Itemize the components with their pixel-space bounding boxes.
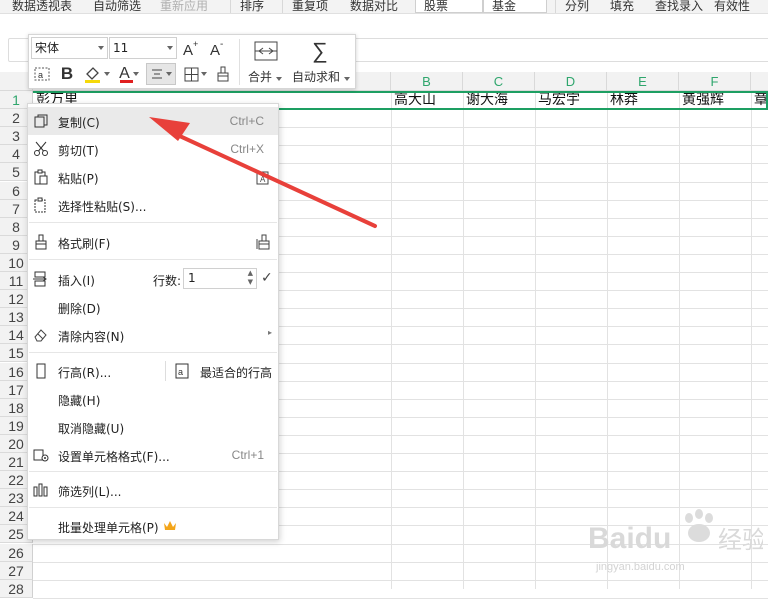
font-color-button[interactable]: A — [114, 63, 144, 85]
submenu-arrow-icon: ▸ — [267, 328, 272, 337]
watermark-cn: 经验 — [718, 526, 763, 554]
filter-columns-icon — [33, 482, 49, 498]
svg-text:-: - — [220, 39, 223, 50]
svg-text:A: A — [260, 175, 266, 184]
svg-text:a: a — [178, 367, 183, 377]
font-name-dropdown[interactable]: 宋体 — [31, 37, 108, 59]
menu-unhide[interactable]: 取消隐藏(U) — [28, 413, 278, 441]
menu-clear-contents[interactable]: 清除内容(N) ▸ — [28, 321, 278, 349]
context-menu: 复制(C) Ctrl+C 剪切(T) Ctrl+X 粘贴(P) A 选择性粘贴(… — [27, 103, 279, 540]
confirm-check-icon[interactable]: ✓ — [261, 270, 273, 286]
decrease-font-icon[interactable]: A- — [207, 37, 229, 59]
merge-label[interactable]: 合并 — [248, 68, 282, 85]
svg-text:A: A — [210, 42, 220, 57]
stocks-button[interactable]: 股票 — [415, 0, 483, 13]
format-painter-icon[interactable] — [212, 63, 234, 85]
ribbon-toolbar: 数据透视表 自动筛选 重新应用 排序 重复项 数据对比 股票 基金 分列 填充 … — [0, 0, 768, 14]
borders-button[interactable] — [180, 63, 210, 85]
menu-format-cells[interactable]: 设置单元格格式(F)... Ctrl+1 — [28, 441, 278, 469]
menu-batch-process[interactable]: 批量处理单元格(P) — [28, 512, 278, 540]
menu-row-height[interactable]: 行高(R)... a 最适合的行高 — [28, 357, 278, 385]
fill-color-button[interactable] — [80, 63, 112, 85]
autosum-label[interactable]: 自动求和 — [292, 68, 350, 85]
format-cells-icon — [33, 447, 49, 463]
row-header-27[interactable]: 27 — [0, 561, 33, 580]
paste-icon — [33, 169, 49, 185]
brush-icon — [33, 234, 49, 250]
scissors-icon — [33, 141, 49, 157]
column-header-f[interactable]: F — [679, 72, 751, 91]
format-painter-sticky-icon[interactable] — [256, 234, 272, 253]
row-header-26[interactable]: 26 — [0, 543, 33, 562]
menu-insert[interactable]: 插入(I) 行数: 1 ▲ ▼ ✓ — [28, 265, 278, 293]
paste-options-icon[interactable]: A — [256, 169, 270, 188]
rows-count-input[interactable]: 1 ▲ ▼ — [183, 268, 257, 289]
bold-button[interactable]: B — [56, 63, 78, 85]
fund-button[interactable]: 基金 — [483, 0, 547, 13]
paste-special-icon — [33, 197, 49, 213]
menu-copy[interactable]: 复制(C) Ctrl+C — [28, 107, 278, 135]
svg-text:+: + — [193, 39, 198, 49]
increase-font-icon[interactable]: A + — [180, 37, 202, 59]
split-column-button[interactable]: 分列 — [565, 0, 589, 13]
validation-button[interactable]: 有效性 — [714, 0, 750, 13]
rows-count-label: 行数: — [153, 274, 182, 288]
row-height-icon — [33, 363, 49, 379]
best-fit-icon: a — [175, 363, 189, 382]
copy-icon — [33, 113, 49, 129]
baidu-jingyan-watermark: Baidu 经验 jingyan.baidu.com — [588, 509, 763, 573]
watermark-brand: Baidu — [588, 522, 671, 555]
font-size-dropdown[interactable]: 11 — [109, 37, 177, 59]
menu-cut[interactable]: 剪切(T) Ctrl+X — [28, 135, 278, 163]
data-compare-button[interactable]: 数据对比 — [350, 0, 398, 13]
svg-text:a: a — [38, 70, 43, 80]
eraser-icon — [33, 327, 49, 343]
auto-filter-button[interactable]: 自动筛选 — [93, 0, 141, 13]
align-center-button[interactable] — [146, 63, 176, 85]
menu-delete[interactable]: 删除(D) — [28, 293, 278, 321]
svg-text:A: A — [183, 42, 193, 57]
font-name-value: 宋体 — [35, 41, 60, 55]
clear-format-icon[interactable]: a — [31, 63, 53, 85]
menu-paste[interactable]: 粘贴(P) A — [28, 163, 278, 191]
reapply-button[interactable]: 重新应用 — [160, 0, 208, 13]
column-header-c[interactable]: C — [463, 72, 535, 91]
menu-paste-special[interactable]: 选择性粘贴(S)... — [28, 191, 278, 219]
column-header-b[interactable]: B — [391, 72, 463, 91]
watermark-url: jingyan.baidu.com — [595, 561, 685, 573]
font-color-swatch — [120, 80, 133, 83]
column-header-g[interactable] — [751, 72, 768, 91]
best-fit-row-height[interactable]: 最适合的行高 — [200, 364, 272, 381]
menu-filter-column[interactable]: 筛选列(L)... — [28, 476, 278, 504]
mini-format-toolbar: 宋体 11 A + A- a B A 合并 ∑ 自动求和 — [28, 34, 356, 89]
pivot-table-button[interactable]: 数据透视表 — [12, 0, 72, 13]
insert-row-icon — [33, 271, 49, 287]
fill-button[interactable]: 填充 — [610, 0, 634, 13]
sum-icon[interactable]: ∑ — [309, 38, 331, 63]
sort-button[interactable]: 排序 — [240, 0, 264, 13]
column-header-e[interactable]: E — [607, 72, 679, 91]
rows-stepper[interactable]: ▲ ▼ — [248, 269, 253, 287]
crown-icon — [163, 520, 177, 534]
duplicates-button[interactable]: 重复项 — [292, 0, 328, 13]
menu-format-painter[interactable]: 格式刷(F) — [28, 228, 278, 256]
column-header-d[interactable]: D — [535, 72, 607, 91]
menu-hide[interactable]: 隐藏(H) — [28, 385, 278, 413]
lookup-entry-button[interactable]: 查找录入 — [655, 0, 703, 13]
font-size-value: 11 — [113, 41, 129, 55]
merge-cells-icon[interactable] — [251, 39, 281, 63]
